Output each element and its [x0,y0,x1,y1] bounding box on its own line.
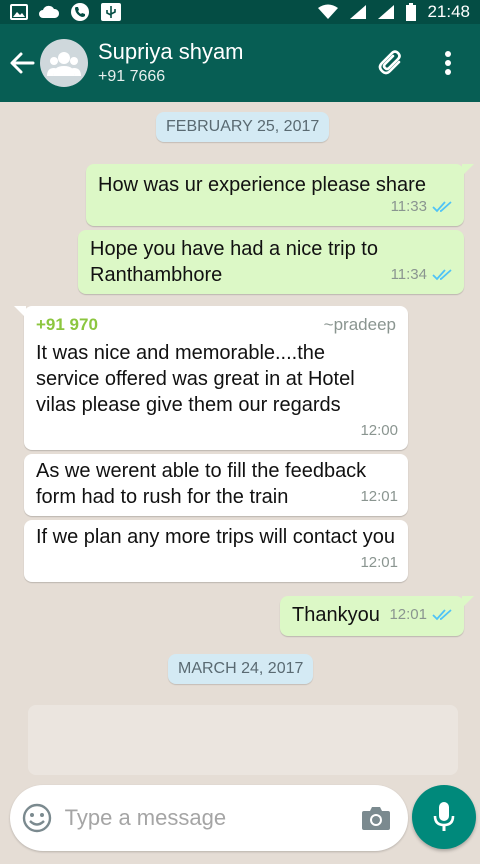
sender-alias: ~pradeep [323,315,396,334]
message-bubble-outgoing[interactable]: Thankyou 12:01 [280,596,474,636]
message-bubble-incoming[interactable]: If we plan any more trips will contact y… [24,520,408,582]
status-bar: 21:48 [0,0,480,24]
voice-record-button[interactable] [412,785,476,849]
emoji-button[interactable] [10,785,65,851]
paperclip-icon [378,50,401,75]
phone-icon [70,2,90,22]
message-input[interactable] [64,798,353,838]
message-time: 12:00 [360,422,398,439]
message-text: It was nice and memorable....the service… [36,342,355,416]
double-check-icon [432,269,452,281]
message-time: 11:34 [390,266,427,283]
contact-name: Supriya shyam [98,39,244,64]
signal-icon [377,4,395,20]
contact-number: +91 7666 [98,68,166,85]
group-avatar-icon [47,52,81,76]
back-arrow-icon [10,52,35,74]
battery-icon [405,3,417,21]
attach-button[interactable] [374,45,410,81]
more-vertical-icon [445,51,451,75]
message-text: As we werent able to fill the feedback f… [36,460,367,508]
message-bubble-outgoing[interactable]: Hope you have had a nice trip to Rantham… [78,230,464,294]
usb-icon [100,2,122,22]
message-text: Hope you have had a nice trip to Rantham… [90,238,378,286]
double-check-icon [432,609,452,621]
message-bubble-incoming[interactable]: +91 970 ~pradeep It was nice and memorab… [14,306,408,450]
message-bubble-outgoing[interactable]: How was ur experience please share 11:33 [86,164,474,226]
faded-media-bubble [28,705,458,775]
avatar[interactable] [40,39,88,87]
image-icon [10,4,28,20]
message-time: 12:01 [360,554,398,571]
sender-number: +91 970 [36,315,98,334]
camera-icon [362,807,391,830]
emoji-icon [23,803,52,833]
double-check-icon [432,201,452,213]
message-text: If we plan any more trips will contact y… [36,526,396,548]
status-bar-left-icons [10,2,122,22]
message-time: 12:01 [360,488,398,505]
more-options-button[interactable] [430,45,466,81]
signal-icon [349,4,367,20]
wifi-icon [317,4,339,20]
message-composer [10,785,408,851]
message-bubble-incoming[interactable]: As we werent able to fill the feedback f… [24,454,408,516]
chat-header: Supriya shyam +91 7666 [0,24,480,102]
back-button[interactable] [2,24,42,102]
camera-button[interactable] [353,785,400,851]
chat-area[interactable]: FEBRUARY 25, 2017 How was ur experience … [0,102,480,780]
contact-info[interactable]: Supriya shyam +91 7666 [98,39,374,87]
date-divider: FEBRUARY 25, 2017 [156,112,330,142]
cloud-icon [38,5,60,19]
status-bar-right-icons: 21:48 [317,2,470,22]
microphone-icon [433,802,455,831]
date-divider: MARCH 24, 2017 [168,654,314,684]
message-time: 12:01 [389,606,427,623]
message-time: 11:33 [390,198,427,215]
status-time: 21:48 [427,2,470,21]
